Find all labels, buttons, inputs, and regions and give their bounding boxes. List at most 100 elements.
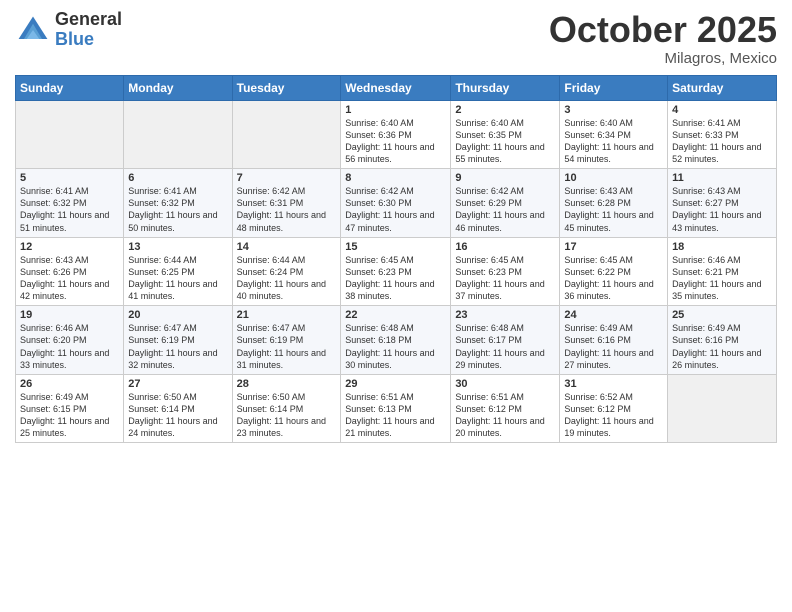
day-number: 21 bbox=[237, 309, 337, 321]
day-number: 27 bbox=[128, 378, 227, 390]
day-number: 3 bbox=[564, 104, 663, 116]
day-info: Sunrise: 6:41 AM Sunset: 6:33 PM Dayligh… bbox=[672, 117, 772, 166]
day-info: Sunrise: 6:48 AM Sunset: 6:18 PM Dayligh… bbox=[345, 322, 446, 371]
day-info: Sunrise: 6:46 AM Sunset: 6:21 PM Dayligh… bbox=[672, 254, 772, 303]
calendar-cell: 15Sunrise: 6:45 AM Sunset: 6:23 PM Dayli… bbox=[341, 237, 451, 306]
calendar-cell: 26Sunrise: 6:49 AM Sunset: 6:15 PM Dayli… bbox=[16, 374, 124, 443]
day-number: 23 bbox=[455, 309, 555, 321]
calendar-week-row: 19Sunrise: 6:46 AM Sunset: 6:20 PM Dayli… bbox=[16, 306, 777, 375]
day-number: 11 bbox=[672, 172, 772, 184]
calendar-cell: 10Sunrise: 6:43 AM Sunset: 6:28 PM Dayli… bbox=[560, 169, 668, 238]
calendar-cell: 2Sunrise: 6:40 AM Sunset: 6:35 PM Daylig… bbox=[451, 100, 560, 169]
day-number: 13 bbox=[128, 241, 227, 253]
day-info: Sunrise: 6:45 AM Sunset: 6:22 PM Dayligh… bbox=[564, 254, 663, 303]
header: General Blue October 2025 Milagros, Mexi… bbox=[15, 10, 777, 67]
weekday-header: Friday bbox=[560, 75, 668, 100]
day-number: 19 bbox=[20, 309, 119, 321]
weekday-header: Thursday bbox=[451, 75, 560, 100]
day-info: Sunrise: 6:51 AM Sunset: 6:12 PM Dayligh… bbox=[455, 391, 555, 440]
calendar-cell: 20Sunrise: 6:47 AM Sunset: 6:19 PM Dayli… bbox=[124, 306, 232, 375]
calendar-cell: 13Sunrise: 6:44 AM Sunset: 6:25 PM Dayli… bbox=[124, 237, 232, 306]
day-info: Sunrise: 6:49 AM Sunset: 6:15 PM Dayligh… bbox=[20, 391, 119, 440]
day-info: Sunrise: 6:43 AM Sunset: 6:28 PM Dayligh… bbox=[564, 185, 663, 234]
calendar-cell: 12Sunrise: 6:43 AM Sunset: 6:26 PM Dayli… bbox=[16, 237, 124, 306]
logo: General Blue bbox=[15, 10, 122, 50]
day-number: 24 bbox=[564, 309, 663, 321]
calendar-cell: 8Sunrise: 6:42 AM Sunset: 6:30 PM Daylig… bbox=[341, 169, 451, 238]
day-info: Sunrise: 6:45 AM Sunset: 6:23 PM Dayligh… bbox=[345, 254, 446, 303]
day-info: Sunrise: 6:48 AM Sunset: 6:17 PM Dayligh… bbox=[455, 322, 555, 371]
calendar-cell: 23Sunrise: 6:48 AM Sunset: 6:17 PM Dayli… bbox=[451, 306, 560, 375]
day-info: Sunrise: 6:42 AM Sunset: 6:31 PM Dayligh… bbox=[237, 185, 337, 234]
day-info: Sunrise: 6:52 AM Sunset: 6:12 PM Dayligh… bbox=[564, 391, 663, 440]
calendar-week-row: 26Sunrise: 6:49 AM Sunset: 6:15 PM Dayli… bbox=[16, 374, 777, 443]
weekday-header: Saturday bbox=[668, 75, 777, 100]
calendar-cell: 9Sunrise: 6:42 AM Sunset: 6:29 PM Daylig… bbox=[451, 169, 560, 238]
calendar-cell bbox=[232, 100, 341, 169]
calendar-cell: 6Sunrise: 6:41 AM Sunset: 6:32 PM Daylig… bbox=[124, 169, 232, 238]
calendar-cell: 19Sunrise: 6:46 AM Sunset: 6:20 PM Dayli… bbox=[16, 306, 124, 375]
day-number: 5 bbox=[20, 172, 119, 184]
day-info: Sunrise: 6:41 AM Sunset: 6:32 PM Dayligh… bbox=[128, 185, 227, 234]
calendar-cell: 28Sunrise: 6:50 AM Sunset: 6:14 PM Dayli… bbox=[232, 374, 341, 443]
calendar-cell: 30Sunrise: 6:51 AM Sunset: 6:12 PM Dayli… bbox=[451, 374, 560, 443]
day-number: 4 bbox=[672, 104, 772, 116]
location: Milagros, Mexico bbox=[549, 50, 777, 67]
calendar-cell: 16Sunrise: 6:45 AM Sunset: 6:23 PM Dayli… bbox=[451, 237, 560, 306]
day-info: Sunrise: 6:40 AM Sunset: 6:36 PM Dayligh… bbox=[345, 117, 446, 166]
day-info: Sunrise: 6:42 AM Sunset: 6:29 PM Dayligh… bbox=[455, 185, 555, 234]
day-info: Sunrise: 6:45 AM Sunset: 6:23 PM Dayligh… bbox=[455, 254, 555, 303]
weekday-header: Monday bbox=[124, 75, 232, 100]
day-number: 2 bbox=[455, 104, 555, 116]
calendar-cell: 27Sunrise: 6:50 AM Sunset: 6:14 PM Dayli… bbox=[124, 374, 232, 443]
calendar-cell bbox=[668, 374, 777, 443]
day-number: 12 bbox=[20, 241, 119, 253]
day-info: Sunrise: 6:40 AM Sunset: 6:34 PM Dayligh… bbox=[564, 117, 663, 166]
day-info: Sunrise: 6:49 AM Sunset: 6:16 PM Dayligh… bbox=[564, 322, 663, 371]
day-number: 22 bbox=[345, 309, 446, 321]
weekday-header: Wednesday bbox=[341, 75, 451, 100]
calendar-cell: 14Sunrise: 6:44 AM Sunset: 6:24 PM Dayli… bbox=[232, 237, 341, 306]
calendar-cell: 21Sunrise: 6:47 AM Sunset: 6:19 PM Dayli… bbox=[232, 306, 341, 375]
calendar-cell: 3Sunrise: 6:40 AM Sunset: 6:34 PM Daylig… bbox=[560, 100, 668, 169]
day-number: 15 bbox=[345, 241, 446, 253]
calendar-week-row: 5 Sunrise: 6:41 AM Sunset: 6:32 PM Daylig… bbox=[16, 169, 777, 238]
calendar-cell: 5Sunrise: 6:41 AM Sunset: 6:32 PM Daylig… bbox=[16, 169, 124, 238]
calendar-cell: 17Sunrise: 6:45 AM Sunset: 6:22 PM Dayli… bbox=[560, 237, 668, 306]
calendar-cell: 11Sunrise: 6:43 AM Sunset: 6:27 PM Dayli… bbox=[668, 169, 777, 238]
day-info: Sunrise: 6:50 AM Sunset: 6:14 PM Dayligh… bbox=[237, 391, 337, 440]
day-info: Sunrise: 6:51 AM Sunset: 6:13 PM Dayligh… bbox=[345, 391, 446, 440]
calendar-cell bbox=[16, 100, 124, 169]
day-info: Sunrise: 6:50 AM Sunset: 6:14 PM Dayligh… bbox=[128, 391, 227, 440]
title-block: October 2025 Milagros, Mexico bbox=[549, 10, 777, 67]
calendar-cell: 24Sunrise: 6:49 AM Sunset: 6:16 PM Dayli… bbox=[560, 306, 668, 375]
calendar-cell: 1Sunrise: 6:40 AM Sunset: 6:36 PM Daylig… bbox=[341, 100, 451, 169]
day-number: 9 bbox=[455, 172, 555, 184]
day-number: 31 bbox=[564, 378, 663, 390]
calendar-cell: 7Sunrise: 6:42 AM Sunset: 6:31 PM Daylig… bbox=[232, 169, 341, 238]
calendar-cell: 22Sunrise: 6:48 AM Sunset: 6:18 PM Dayli… bbox=[341, 306, 451, 375]
calendar-header: SundayMondayTuesdayWednesdayThursdayFrid… bbox=[16, 75, 777, 100]
day-number: 30 bbox=[455, 378, 555, 390]
day-info: Sunrise: 6:40 AM Sunset: 6:35 PM Dayligh… bbox=[455, 117, 555, 166]
day-info: Sunrise: 6:44 AM Sunset: 6:25 PM Dayligh… bbox=[128, 254, 227, 303]
calendar-week-row: 12Sunrise: 6:43 AM Sunset: 6:26 PM Dayli… bbox=[16, 237, 777, 306]
day-number: 28 bbox=[237, 378, 337, 390]
page: General Blue October 2025 Milagros, Mexi… bbox=[0, 0, 792, 612]
logo-blue: Blue bbox=[55, 30, 122, 50]
calendar-cell: 4Sunrise: 6:41 AM Sunset: 6:33 PM Daylig… bbox=[668, 100, 777, 169]
calendar-cell: 18Sunrise: 6:46 AM Sunset: 6:21 PM Dayli… bbox=[668, 237, 777, 306]
day-number: 29 bbox=[345, 378, 446, 390]
logo-text: General Blue bbox=[55, 10, 122, 50]
day-number: 10 bbox=[564, 172, 663, 184]
weekday-header: Sunday bbox=[16, 75, 124, 100]
day-number: 26 bbox=[20, 378, 119, 390]
day-info: Sunrise: 6:47 AM Sunset: 6:19 PM Dayligh… bbox=[237, 322, 337, 371]
day-number: 14 bbox=[237, 241, 337, 253]
day-info: Sunrise: 6:43 AM Sunset: 6:26 PM Dayligh… bbox=[20, 254, 119, 303]
calendar-week-row: 1Sunrise: 6:40 AM Sunset: 6:36 PM Daylig… bbox=[16, 100, 777, 169]
logo-icon bbox=[15, 12, 51, 48]
day-info: Sunrise: 6:42 AM Sunset: 6:30 PM Dayligh… bbox=[345, 185, 446, 234]
day-number: 20 bbox=[128, 309, 227, 321]
calendar-body: 1Sunrise: 6:40 AM Sunset: 6:36 PM Daylig… bbox=[16, 100, 777, 443]
